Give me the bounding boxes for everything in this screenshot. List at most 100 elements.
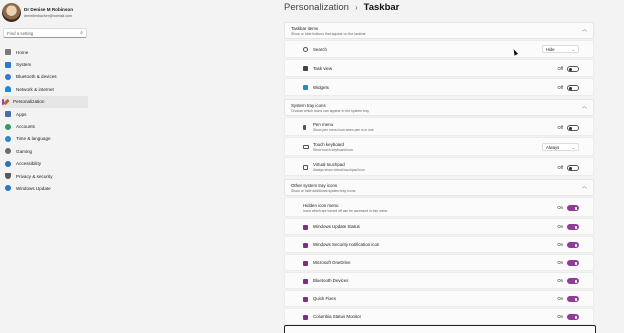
windows-update-status-toggle[interactable] [567,224,579,230]
nav-item-personalization[interactable]: Personalization [2,95,88,108]
profile[interactable]: Dr Denise M Robinson drmeltenbacher@hotm… [2,3,92,23]
brush-icon [3,98,10,105]
profile-name: Dr Denise M Robinson [24,7,74,12]
nav-item-time-language[interactable]: Time & language [2,133,88,145]
search-placeholder: Find a setting [7,31,34,36]
section-subtitle: Show or hide additional system tray icon… [291,189,356,193]
search-mode-dropdown[interactable]: Hide ⌄ [542,45,579,53]
task-view-toggle[interactable] [567,66,579,72]
row-hidden-icon-menu: Hidden icon menu Icons which are turned … [284,197,594,217]
bluetooth-icon [5,73,11,80]
section-other-tray[interactable]: Other system tray icons Show or hide add… [284,179,594,196]
row-label: Virtual touchpad [313,162,345,167]
touchpad-icon [303,165,308,170]
nav-label: Gaming [16,148,33,154]
settings-search-input[interactable]: Find a setting ⌕ [3,28,87,38]
wifi-icon [5,86,11,93]
security-notification-toggle[interactable] [567,242,579,248]
controller-icon [5,148,11,155]
section-taskbar-items[interactable]: Taskbar items Show or hide buttons that … [284,22,594,39]
nav-label: Network & internet [16,86,54,92]
nav-label: Personalization [13,99,45,105]
row-label: Widgets [313,85,329,90]
quick-fixes-icon [303,296,308,302]
chevron-down-icon: ⌄ [571,145,575,151]
virtual-touchpad-toggle[interactable] [567,165,579,171]
nav-item-privacy[interactable]: Privacy & security [2,170,88,182]
search-icon [303,47,308,52]
nav-item-system[interactable]: System [2,58,88,70]
avatar [2,3,21,22]
section-subtitle: Show or hide buttons that appear on the … [291,32,366,36]
row-sublabel: Show pen menu icon when pen is in use [313,128,374,132]
row-label: Windows Update Status [313,224,360,229]
nav-item-home[interactable]: Home [2,46,88,58]
nav-label: Apps [16,111,27,117]
dropdown-value: Hide [546,47,555,53]
nav-item-network[interactable]: Network & internet [2,83,88,95]
nav-item-accounts[interactable]: Accounts [2,120,88,132]
nav-label: Accessibility [16,161,42,167]
security-shield-icon [303,242,308,248]
windows-update-icon [303,224,308,230]
nav-item-apps[interactable]: Apps [2,108,88,120]
toggle-state: Off [557,85,563,90]
hidden-icon-menu-toggle[interactable] [567,205,579,211]
row-windows-update-status: Windows Update Status On [284,218,594,235]
row-sublabel: Show touch keyboard icon [313,148,353,152]
onedrive-toggle[interactable] [567,260,579,266]
breadcrumb-parent[interactable]: Personalization [284,2,349,13]
row-quick-fixes: Quick Fixes On [284,290,594,307]
globe-icon [5,135,11,142]
nav-item-gaming[interactable]: Gaming [2,145,88,157]
quick-fixes-toggle[interactable] [567,296,579,302]
sidebar: Dr Denise M Robinson drmeltenbacher@hotm… [0,0,92,333]
breadcrumb: Personalization › Taskbar [284,2,399,13]
row-focused-partial[interactable] [284,325,596,333]
nav-label: Bluetooth & devices [16,74,57,80]
widgets-toggle[interactable] [567,85,579,91]
row-label: Task view [313,66,333,71]
row-onedrive: Microsoft OneDrive On [284,254,594,271]
chevron-down-icon: ⌄ [571,47,575,53]
section-title: Other system tray icons [291,183,338,188]
shield-icon [5,173,11,180]
nav-label: System [16,62,32,68]
update-icon [5,185,11,192]
toggle-state: On [557,260,563,265]
nav-label: Accounts [16,124,35,130]
toggle-state: On [557,205,563,210]
columbia-toggle[interactable] [567,314,579,320]
row-label: Microsoft OneDrive [313,260,351,265]
home-icon [5,49,11,56]
pen-menu-toggle[interactable] [567,125,579,131]
toggle-state: On [557,314,563,319]
nav-item-bluetooth[interactable]: Bluetooth & devices [2,71,88,83]
row-label: Columbia Status Monitor [313,314,362,319]
row-pen-menu: Pen menu Show pen menu icon when pen is … [284,117,594,136]
row-label: Search [313,47,327,52]
bluetooth-devices-toggle[interactable] [567,278,579,284]
task-view-icon [303,66,308,71]
section-title: System tray icons [291,103,326,108]
section-system-tray[interactable]: System tray icons Choose which icons can… [284,99,594,116]
row-label: Touch keyboard [313,142,344,147]
nav-label: Windows Update [16,185,51,191]
toggle-state: On [557,242,563,247]
onedrive-icon [303,260,308,266]
chevron-up-icon: ︿ [581,184,587,190]
nav-item-accessibility[interactable]: Accessibility [2,158,88,170]
row-sublabel: Always show virtual touchpad icon [313,168,365,172]
row-task-view: Task view Off [284,59,594,77]
toggle-state: On [557,224,563,229]
chevron-up-icon: ︿ [581,27,587,33]
touch-keyboard-dropdown[interactable]: Always ⌄ [542,143,579,151]
row-label: Hidden icon menu [303,203,339,208]
nav-list: Home System Bluetooth & devices Network … [2,46,88,195]
nav-item-windows-update[interactable]: Windows Update [2,182,88,194]
nav-label: Time & language [16,136,51,142]
row-label: Pen menu [313,122,334,127]
monitor-icon [5,61,11,68]
nav-label: Privacy & security [16,173,53,179]
profile-email: drmeltenbacher@hotmail.com [24,14,72,18]
